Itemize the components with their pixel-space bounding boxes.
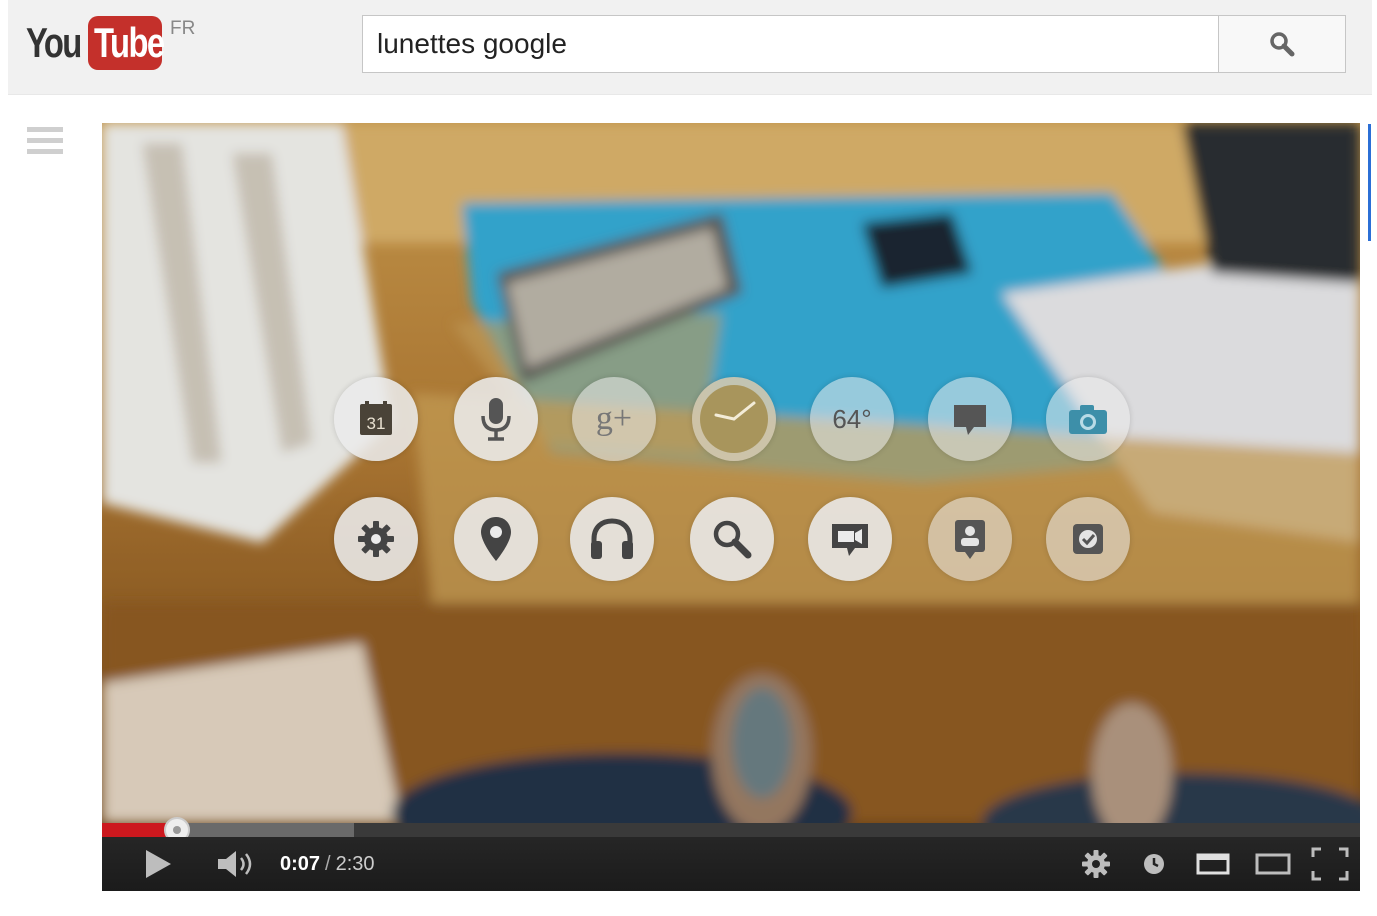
video-chat-icon — [808, 497, 892, 581]
hamburger-icon-bar — [27, 138, 63, 143]
large-player-button[interactable] — [1252, 837, 1294, 891]
logo-you-text: You — [26, 19, 82, 66]
gear-icon — [334, 497, 418, 581]
masthead: You Tube FR lunettes google — [8, 0, 1372, 95]
search-input-value: lunettes google — [377, 28, 567, 59]
search-icon — [690, 497, 774, 581]
progress-bar[interactable] — [102, 817, 1360, 843]
small-player-button[interactable] — [1192, 837, 1234, 891]
clock-icon — [1144, 854, 1164, 874]
search-input[interactable]: lunettes google — [362, 15, 1218, 73]
small-player-icon — [1196, 853, 1230, 875]
fullscreen-button[interactable] — [1308, 837, 1352, 891]
guide-menu-button[interactable] — [27, 127, 63, 163]
search-button[interactable] — [1218, 15, 1346, 73]
chat-icon — [928, 377, 1012, 461]
current-time: 0:07 — [280, 852, 321, 875]
logo-tube-box: Tube — [88, 16, 165, 70]
camera-icon — [1046, 377, 1130, 461]
contact-icon — [928, 497, 1012, 581]
player-controls: 0:07 / 2:30 — [102, 837, 1360, 891]
microphone-icon — [454, 377, 538, 461]
play-icon — [146, 850, 171, 878]
fullscreen-icon — [1311, 847, 1349, 881]
play-button[interactable] — [134, 837, 182, 891]
logo-tube-text: Tube — [94, 19, 165, 66]
hamburger-icon-bar — [27, 127, 63, 132]
youtube-logo[interactable]: You Tube FR — [26, 14, 195, 72]
scrollbar-edge[interactable] — [1368, 124, 1371, 241]
duration: 2:30 — [335, 852, 375, 875]
gear-icon — [1082, 850, 1110, 878]
time-display: 0:07 / 2:30 — [280, 837, 375, 891]
large-player-icon — [1255, 853, 1291, 875]
video-frame[interactable]: 31 g+ 64° — [102, 123, 1360, 823]
video-player[interactable]: 31 g+ 64° 0:07 / 2:30 — [102, 123, 1360, 891]
watch-later-button[interactable] — [1138, 837, 1170, 891]
map-pin-icon — [454, 497, 538, 581]
temperature-text: 64° — [832, 403, 872, 434]
calendar-icon: 31 — [334, 377, 418, 461]
weather-icon: 64° — [810, 377, 894, 461]
clock-icon — [692, 377, 776, 461]
country-code: FR — [170, 18, 196, 39]
checkbox-icon — [1046, 497, 1130, 581]
google-plus-text: g+ — [595, 400, 633, 437]
hamburger-icon-bar — [27, 149, 63, 154]
calendar-day-text: 31 — [367, 414, 386, 433]
settings-button[interactable] — [1076, 837, 1116, 891]
google-plus-icon: g+ — [572, 377, 656, 461]
glass-icon-menu: 31 g+ 64° — [102, 123, 1360, 823]
volume-icon — [218, 851, 252, 877]
headphones-icon — [570, 497, 654, 581]
time-separator: / — [325, 852, 331, 875]
search-icon — [1270, 32, 1295, 57]
volume-button[interactable] — [210, 837, 262, 891]
